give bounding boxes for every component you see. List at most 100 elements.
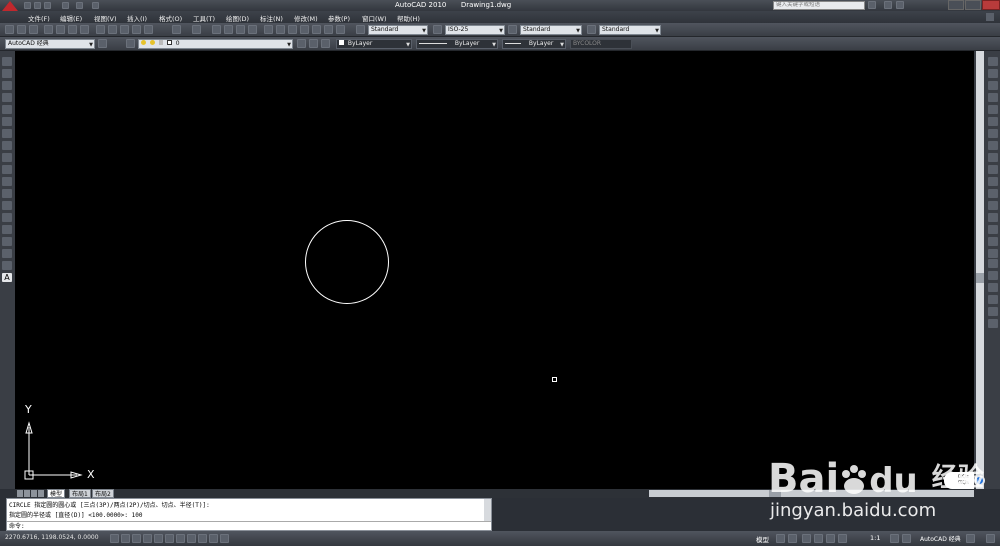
- layer-properties-icon[interactable]: [126, 39, 135, 48]
- redo-toolbar-icon[interactable]: [192, 25, 201, 34]
- hatch-icon[interactable]: [2, 225, 12, 234]
- menu-edit[interactable]: 编辑(E): [60, 13, 82, 23]
- help-toolbar-icon[interactable]: [336, 25, 345, 34]
- search-input[interactable]: 键入关键字或短语: [773, 1, 865, 10]
- lineweight-toggle-icon[interactable]: [209, 534, 218, 543]
- text-style-select[interactable]: Standard ▼: [368, 25, 428, 35]
- minimize-icon[interactable]: [948, 0, 964, 10]
- menu-help[interactable]: 帮助(H): [397, 13, 420, 23]
- menu-window[interactable]: 窗口(W): [362, 13, 387, 23]
- quickcalc-icon[interactable]: [324, 25, 333, 34]
- line-icon[interactable]: [2, 57, 12, 66]
- tab-model[interactable]: 模型: [47, 489, 66, 498]
- menu-bar-restore-icon[interactable]: [986, 13, 994, 21]
- markup-icon[interactable]: [312, 25, 321, 34]
- 3d-object-snap-icon[interactable]: [165, 534, 174, 543]
- object-snap-tracking-icon[interactable]: [176, 534, 185, 543]
- polar-tracking-icon[interactable]: [143, 534, 152, 543]
- sheet-set-icon[interactable]: [300, 25, 309, 34]
- menu-draw[interactable]: 绘图(D): [226, 13, 249, 23]
- object-snap-icon[interactable]: [154, 534, 163, 543]
- copy-icon[interactable]: [108, 25, 117, 34]
- undo-toolbar-icon[interactable]: [172, 25, 181, 34]
- color-select[interactable]: ByLayer ▼: [336, 39, 412, 49]
- tab-layout2[interactable]: 布局2: [92, 489, 114, 498]
- draw-order-under-icon[interactable]: [988, 307, 998, 316]
- point-icon[interactable]: [2, 213, 12, 222]
- redo-icon[interactable]: [76, 2, 83, 9]
- command-input[interactable]: 命令:: [7, 521, 491, 530]
- draw-order-above-icon[interactable]: [988, 295, 998, 304]
- mirror-icon[interactable]: [988, 81, 998, 90]
- copy-object-icon[interactable]: [988, 69, 998, 78]
- arc-icon[interactable]: [2, 117, 12, 126]
- coordinates-readout[interactable]: 2270.6716, 1198.0524, 0.0000: [5, 534, 99, 541]
- table-style-icon[interactable]: [508, 25, 517, 34]
- grid-display-icon[interactable]: [121, 534, 130, 543]
- dim-style-icon[interactable]: [433, 25, 442, 34]
- save-file-icon[interactable]: [29, 25, 38, 34]
- drawn-circle[interactable]: [305, 220, 389, 304]
- make-current-layer-icon[interactable]: [297, 39, 306, 48]
- publish-icon[interactable]: [68, 25, 77, 34]
- quick-properties-icon[interactable]: [220, 534, 229, 543]
- join-icon[interactable]: [988, 213, 998, 222]
- command-scrollbar[interactable]: [484, 499, 491, 521]
- scale-icon[interactable]: [988, 141, 998, 150]
- workspace-select[interactable]: AutoCAD 经典 ▼: [5, 39, 95, 49]
- draw-order-icon[interactable]: [988, 259, 998, 268]
- open-icon[interactable]: [34, 2, 41, 9]
- mleader-style-select[interactable]: Standard ▼: [599, 25, 661, 35]
- design-center-icon[interactable]: [276, 25, 285, 34]
- polygon-icon[interactable]: [2, 93, 12, 102]
- rotate-icon[interactable]: [988, 129, 998, 138]
- ortho-mode-icon[interactable]: [132, 534, 141, 543]
- circle-icon[interactable]: [2, 129, 12, 138]
- fillet-icon[interactable]: [988, 237, 998, 246]
- maximize-icon[interactable]: [965, 0, 981, 10]
- dynamic-ucs-icon[interactable]: [187, 534, 196, 543]
- tab-nav-last-icon[interactable]: [38, 490, 44, 497]
- break-at-point-icon[interactable]: [988, 189, 998, 198]
- draw-order-front-icon[interactable]: [988, 271, 998, 280]
- match-properties-icon[interactable]: [132, 25, 141, 34]
- menu-insert[interactable]: 插入(I): [127, 13, 147, 23]
- plot-icon[interactable]: [92, 2, 99, 9]
- spline-icon[interactable]: [2, 153, 12, 162]
- menu-file[interactable]: 文件(F): [28, 13, 50, 23]
- zoom-window-icon[interactable]: [236, 25, 245, 34]
- tab-nav-first-icon[interactable]: [17, 490, 23, 497]
- offset-icon[interactable]: [988, 93, 998, 102]
- draw-order-back-icon[interactable]: [988, 283, 998, 292]
- menu-modify[interactable]: 修改(M): [294, 13, 318, 23]
- pan-icon[interactable]: [212, 25, 221, 34]
- table-icon[interactable]: [2, 261, 12, 270]
- layer-select[interactable]: 0 ▼: [138, 39, 293, 49]
- zoom-previous-icon[interactable]: [248, 25, 257, 34]
- construction-line-icon[interactable]: [2, 69, 12, 78]
- layer-previous-icon[interactable]: [309, 39, 318, 48]
- search-icon[interactable]: [868, 1, 876, 9]
- drawing-canvas[interactable]: Y X: [15, 51, 974, 489]
- chamfer-icon[interactable]: [988, 225, 998, 234]
- multiline-text-icon[interactable]: A: [2, 273, 12, 282]
- dynamic-input-icon[interactable]: [198, 534, 207, 543]
- help-icon[interactable]: [896, 1, 904, 9]
- menu-view[interactable]: 视图(V): [94, 13, 117, 23]
- ellipse-arc-icon[interactable]: [2, 177, 12, 186]
- tab-layout1[interactable]: 布局1: [69, 489, 91, 498]
- tool-palettes-icon[interactable]: [288, 25, 297, 34]
- block-editor-icon[interactable]: [144, 25, 153, 34]
- make-block-icon[interactable]: [2, 201, 12, 210]
- lineweight-select[interactable]: ByLayer ▼: [502, 39, 566, 49]
- explode-icon[interactable]: [988, 249, 998, 258]
- properties-icon[interactable]: [264, 25, 273, 34]
- close-icon[interactable]: [982, 0, 1000, 10]
- vertical-scrollbar[interactable]: [976, 51, 984, 489]
- menu-dimension[interactable]: 标注(N): [260, 13, 283, 23]
- ellipse-icon[interactable]: [2, 165, 12, 174]
- qnew-icon[interactable]: [5, 25, 14, 34]
- table-style-select[interactable]: Standard ▼: [520, 25, 582, 35]
- undo-icon[interactable]: [62, 2, 69, 9]
- layer-states-icon[interactable]: [321, 39, 330, 48]
